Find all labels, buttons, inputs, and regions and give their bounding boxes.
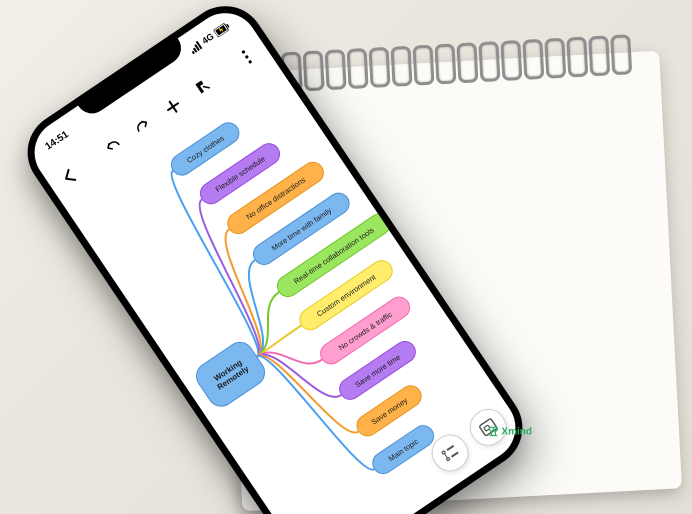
scene-background: 14:51 4G <box>0 0 692 514</box>
status-time: 14:51 <box>43 129 70 152</box>
brand-icon <box>488 425 500 437</box>
add-button[interactable] <box>158 91 189 122</box>
format-button[interactable] <box>188 71 219 102</box>
brand-label: Xmind <box>488 425 533 437</box>
signal-icon <box>188 40 203 54</box>
redo-button[interactable] <box>128 112 159 143</box>
status-network: 4G <box>200 31 216 46</box>
battery-icon <box>213 21 231 37</box>
brand-text: Xmind <box>502 426 533 437</box>
undo-button[interactable] <box>98 132 129 163</box>
